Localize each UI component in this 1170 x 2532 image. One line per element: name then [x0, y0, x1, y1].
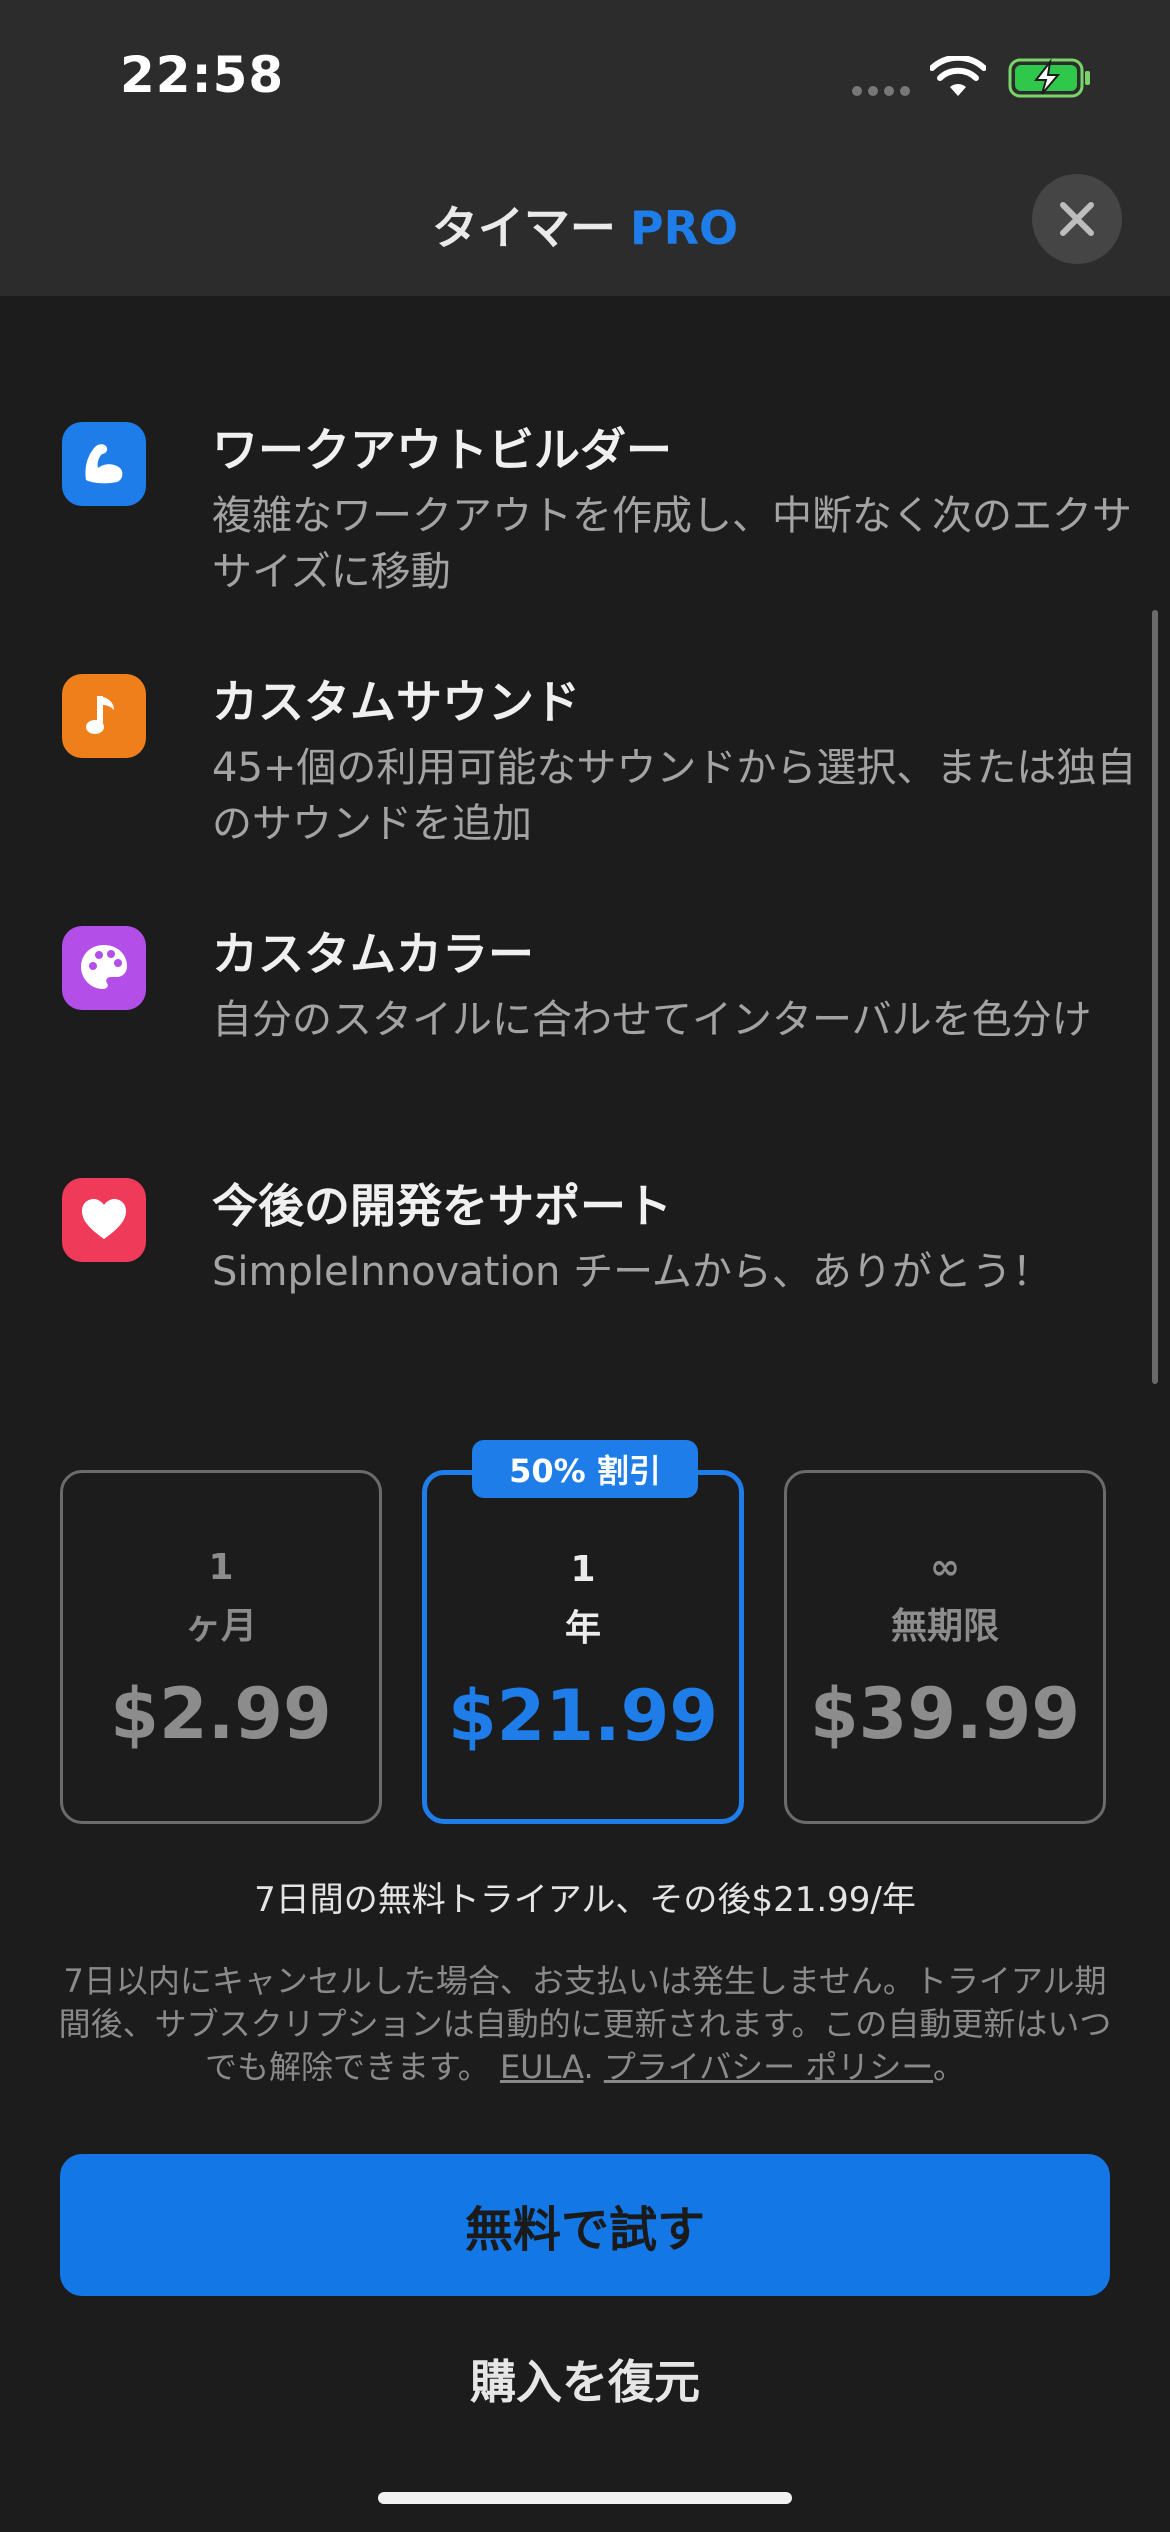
feature-description: 45+個の利用可能なサウンドから選択、または独自のサウンドを追加 — [212, 745, 1137, 847]
plan-price: $39.99 — [809, 1673, 1081, 1755]
feature-description: 複雑なワークアウトを作成し、中断なく次のエクササイズに移動 — [212, 493, 1132, 595]
plan-monthly[interactable]: 1 ヶ月 $2.99 — [60, 1470, 382, 1824]
close-icon — [1060, 202, 1094, 236]
plan-infinity-icon: ∞ — [930, 1547, 960, 1588]
feature-title: ワークアウトビルダー — [212, 423, 672, 477]
title-pro: PRO — [629, 201, 739, 255]
fine-print-separator: . — [583, 2048, 594, 2086]
plan-period-unit: 年 — [564, 1608, 601, 1649]
page-title: タイマー PRO — [0, 192, 1170, 258]
plan-price: $2.99 — [110, 1673, 332, 1755]
discount-badge: 50% 割引 — [472, 1440, 698, 1498]
fine-print: 7日以内にキャンセルした場合、お支払いは発生しません。トライアル期間後、サブスク… — [56, 1960, 1114, 2089]
eula-link[interactable]: EULA — [500, 2048, 584, 2086]
privacy-policy-link[interactable]: プライバシー ポリシー — [604, 2048, 933, 2086]
title-text: タイマー — [431, 201, 616, 255]
try-free-button[interactable]: 無料で試す — [60, 2154, 1110, 2296]
plan-period-count: 1 — [570, 1549, 596, 1590]
nav-bar: タイマー PRO — [0, 140, 1170, 296]
restore-purchase-button[interactable]: 購入を復元 — [0, 2346, 1170, 2412]
status-time: 22:58 — [120, 46, 285, 104]
feature-title: カスタムサウンド — [212, 675, 580, 729]
plan-price: $21.99 — [447, 1675, 719, 1757]
plan-period-count: 1 — [208, 1547, 234, 1588]
feature-description: SimpleInnovation チームから、ありがとう！ — [212, 1249, 1052, 1295]
status-bar: 22:58 — [0, 0, 1170, 140]
fine-print-end: 。 — [933, 2048, 966, 2086]
home-indicator[interactable] — [378, 2492, 792, 2504]
plan-lifetime[interactable]: ∞ 無期限 $39.99 — [784, 1470, 1106, 1824]
music-note-icon — [62, 674, 146, 758]
plan-period-unit: ヶ月 — [184, 1606, 257, 1647]
battery-charging-icon — [1008, 58, 1090, 98]
feature-title: 今後の開発をサポート — [212, 1179, 672, 1233]
trial-info: 7日間の無料トライアル、その後$21.99/年 — [254, 1880, 916, 1920]
palette-icon — [62, 926, 146, 1010]
heart-icon — [62, 1178, 146, 1262]
cellular-signal-icon — [852, 86, 910, 96]
scrollbar[interactable] — [1152, 610, 1158, 1384]
flexed-arm-icon — [62, 422, 146, 506]
plan-period-unit: 無期限 — [890, 1606, 999, 1647]
feature-description: 自分のスタイルに合わせてインターバルを色分け — [212, 997, 1092, 1043]
close-button[interactable] — [1032, 174, 1122, 264]
plan-yearly[interactable]: 1 年 $21.99 — [422, 1470, 744, 1824]
feature-title: カスタムカラー — [212, 927, 534, 981]
wifi-icon — [930, 56, 986, 96]
